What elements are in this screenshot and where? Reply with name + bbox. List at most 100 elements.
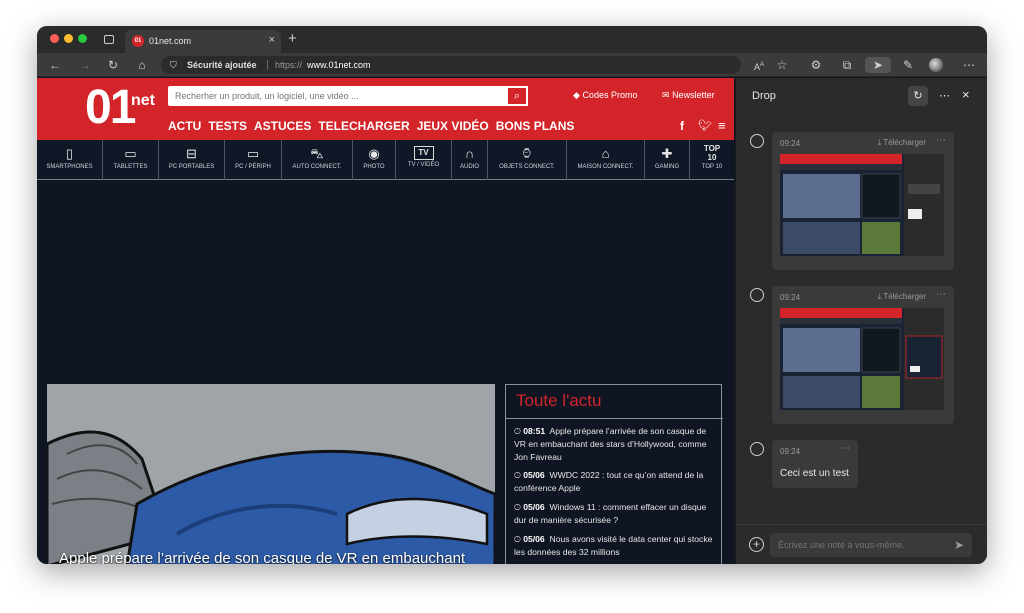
category-objets-connect[interactable]: ⌚︎ OBJETS CONNECT.: [488, 140, 567, 180]
compose-bar: + ➤: [736, 524, 987, 564]
back-icon[interactable]: ←: [47, 57, 63, 73]
drop-message[interactable]: 09:24 ⤓ Télécharger ⋯: [772, 132, 954, 270]
message-more-icon[interactable]: ⋯: [936, 289, 946, 300]
category-label: TV / VIDÉO: [407, 162, 440, 168]
message-more-icon[interactable]: ⋯: [936, 135, 946, 146]
read-aloud-icon[interactable]: AA: [751, 57, 767, 75]
message-more-icon[interactable]: ⋯: [840, 443, 850, 454]
search-button[interactable]: ⌕: [506, 86, 528, 106]
news-item[interactable]: 🕓︎ 05/06 Windows 11 : comment effacer un…: [514, 501, 719, 527]
facebook-icon[interactable]: f: [680, 119, 684, 133]
drop-message[interactable]: 09:24 ⤓ Télécharger ⋯: [772, 286, 954, 424]
category-maison-connect[interactable]: ⌂ MAISON CONNECT.: [567, 140, 645, 180]
url-prefix: https://: [275, 60, 303, 70]
drop-icon[interactable]: ➤: [865, 57, 891, 73]
browser-essentials-icon[interactable]: ✎: [900, 57, 916, 73]
browser-window: 01 01net.com × + ← → ↻ ⌂ ⛉ Sécurité ajou…: [37, 26, 987, 564]
category-tablettes[interactable]: ▭ TABLETTES: [103, 140, 159, 180]
tag-icon: ◆: [573, 90, 580, 100]
nav-actu[interactable]: ACTU: [168, 119, 201, 133]
nav-astuces[interactable]: ASTUCES: [254, 119, 311, 133]
zoom-window-button[interactable]: [78, 34, 87, 43]
category-label: MAISON CONNECT.: [577, 164, 634, 170]
note-input-box: ➤: [770, 533, 972, 557]
sync-icon[interactable]: ↻: [908, 86, 928, 106]
drop-header: Drop ↻ ⋯ ×: [736, 78, 987, 116]
new-tab-button[interactable]: +: [288, 30, 297, 47]
hero-title[interactable]: Apple prépare l’arrivée de son casque de…: [59, 550, 465, 564]
category-audio[interactable]: ∩ AUDIO: [452, 140, 488, 180]
site-logo[interactable]: 01 net: [85, 80, 155, 136]
main-nav: ACTU TESTS ASTUCES TELECHARGER JEUX VIDÉO BON…: [168, 119, 581, 133]
drop-panel: Drop ↻ ⋯ × 09:24 ⤓ Télécharger ⋯ 09:24 ⤓…: [735, 78, 987, 564]
category-tv-video[interactable]: TV TV / VIDÉO: [396, 140, 452, 180]
profile-avatar[interactable]: [929, 58, 943, 72]
category-label: TABLETTES: [113, 164, 148, 170]
category-label: SMARTPHONES: [46, 164, 93, 170]
category-label: AUDIO: [459, 164, 479, 170]
category-smartphones[interactable]: ▯ SMARTPHONES: [37, 140, 103, 180]
close-panel-icon[interactable]: ×: [962, 87, 970, 102]
extensions-icon[interactable]: ⚙: [808, 57, 824, 73]
security-label: Sécurité ajoutée: [187, 60, 257, 70]
download-label: Télécharger: [883, 292, 926, 301]
clock-icon: 🕓︎: [514, 502, 521, 512]
close-window-button[interactable]: [50, 34, 59, 43]
news-time: 05/06: [523, 470, 545, 480]
refresh-icon[interactable]: ↻: [105, 57, 121, 73]
forward-icon[interactable]: →: [77, 57, 93, 73]
address-divider: [267, 60, 268, 70]
more-options-icon[interactable]: ⋯: [961, 57, 977, 73]
nav-jeux-video[interactable]: JEUX VIDÉO: [417, 119, 489, 133]
device-icon: [750, 442, 764, 456]
category-auto-connect[interactable]: ⛍ AUTO CONNECT.: [282, 140, 353, 180]
tab-01net[interactable]: 01 01net.com ×: [125, 30, 281, 53]
more-icon[interactable]: ⋯: [939, 89, 950, 102]
note-input[interactable]: [770, 533, 940, 557]
codes-promo-link[interactable]: ◆ Codes Promo: [573, 90, 637, 101]
twitter-icon[interactable]: 🐦︎: [698, 119, 712, 132]
home-icon[interactable]: ⌂: [134, 57, 150, 73]
download-button[interactable]: ⤓ Télécharger: [878, 292, 926, 302]
message-time: 09:24: [780, 293, 801, 302]
category-pc-periph[interactable]: ▭ PC / PÉRIPH: [225, 140, 282, 180]
search-input[interactable]: [168, 86, 506, 106]
device-icon: [750, 134, 764, 148]
tab-actions-icon[interactable]: [104, 35, 114, 44]
screenshot-thumbnail[interactable]: [780, 308, 944, 410]
news-item[interactable]: 🕓︎ 08:51 Apple prépare l’arrivée de son …: [514, 425, 719, 464]
add-icon[interactable]: +: [749, 537, 764, 552]
news-item[interactable]: 🕓︎ 05/06 WWDC 2022 : tout ce qu’on atten…: [514, 469, 719, 495]
watch-icon: ⌚︎: [520, 146, 534, 161]
hero-image: [47, 384, 495, 564]
message-text: Ceci est un test: [780, 468, 849, 479]
news-time: 05/06: [523, 534, 545, 544]
favorite-icon[interactable]: ☆: [774, 57, 790, 73]
minimize-window-button[interactable]: [64, 34, 73, 43]
wifi-icon: ⌂: [601, 146, 610, 161]
hero-article[interactable]: Apple prépare l’arrivée de son casque de…: [47, 384, 495, 564]
download-button[interactable]: ⤓ Télécharger: [878, 138, 926, 148]
logo-sub: net: [131, 92, 155, 109]
address-bar[interactable]: ⛉ Sécurité ajoutée https:// www.01net.co…: [161, 56, 741, 74]
category-gaming[interactable]: ✚ GAMING: [645, 140, 690, 180]
nav-telecharger[interactable]: TELECHARGER: [318, 119, 409, 133]
top10-icon: TOP 10: [703, 144, 721, 162]
nav-tests[interactable]: TESTS: [208, 119, 247, 133]
newsletter-link[interactable]: ✉ Newsletter: [662, 90, 715, 101]
news-item[interactable]: 🕓︎ 05/06 Nous avons visité le data cente…: [514, 533, 719, 559]
send-icon[interactable]: ➤: [954, 538, 964, 552]
nav-bons-plans[interactable]: BONS PLANS: [496, 119, 575, 133]
screenshot-thumbnail[interactable]: [780, 154, 944, 256]
collections-icon[interactable]: ⧉: [839, 57, 855, 73]
drop-message[interactable]: 09:24 ⋯ Ceci est un test: [772, 440, 858, 488]
gamepad-icon: ✚: [661, 146, 673, 161]
tab-close-icon[interactable]: ×: [269, 34, 275, 46]
menu-icon[interactable]: ≡: [718, 118, 726, 133]
category-photo[interactable]: ◉ PHOTO: [353, 140, 396, 180]
category-top10[interactable]: TOP 10 TOP 10: [690, 140, 734, 180]
category-pc-portables[interactable]: ⊟ PC PORTABLES: [159, 140, 225, 180]
site-header: 01 net ⌕ ◆ Codes Promo ✉ Newsletter ACTU…: [37, 78, 734, 140]
message-time: 09:24: [780, 447, 801, 456]
category-label: OBJETS CONNECT.: [499, 164, 555, 170]
